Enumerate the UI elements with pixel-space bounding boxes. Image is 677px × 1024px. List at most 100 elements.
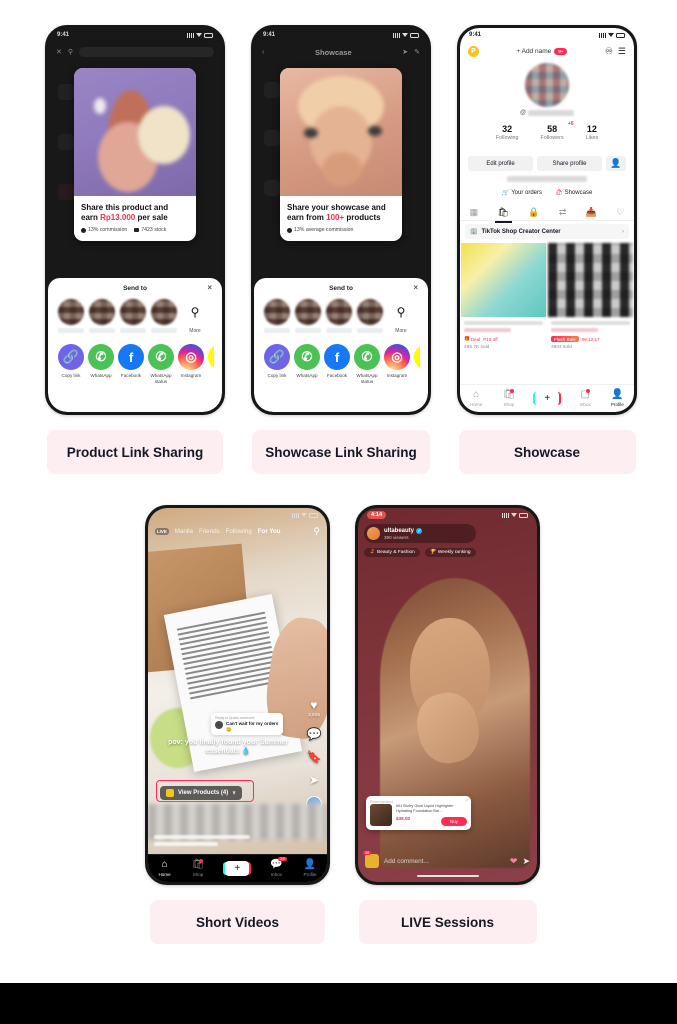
tab-repost[interactable]: ⇄	[559, 207, 567, 218]
nav-inbox[interactable]: ▢ Inbox	[579, 389, 591, 407]
your-orders-link[interactable]: 🛒 Your orders	[502, 189, 542, 197]
nav-inbox[interactable]: 💬 23 Inbox	[270, 857, 287, 877]
share-icon[interactable]: ➤	[522, 856, 530, 867]
tab-grid[interactable]: ▦	[470, 207, 479, 218]
more-contacts-button[interactable]: ⚲ More	[388, 299, 414, 334]
add-friend-icon[interactable]: 👤	[606, 156, 626, 171]
share-app-copy-link[interactable]: 🔗 Copy link	[264, 344, 290, 384]
flash-sale-badge: Flash Sale	[551, 336, 579, 342]
contact-item[interactable]	[58, 299, 84, 334]
showcase-share-card[interactable]: Share your showcase and earn from 100+ p…	[280, 68, 402, 241]
tab-private[interactable]: 🔒	[528, 207, 539, 218]
edit-profile-button[interactable]: Edit profile	[468, 156, 533, 171]
comment-text: Can't wait for my orders 😊	[226, 721, 279, 732]
pinned-product-card[interactable]: × Pinned product #01 Blurry Glow Liquid …	[366, 796, 471, 830]
tab-shop[interactable]: 🛍	[494, 207, 513, 223]
search-icon[interactable]: ⚲	[68, 48, 73, 56]
tag-beauty-fashion[interactable]: 💄 Beauty & Fashion	[364, 548, 420, 557]
product-name: #01 Blurry Glow Liquid Highlighter Hydra…	[396, 804, 454, 813]
nav-create[interactable]: +	[535, 391, 560, 406]
search-icon[interactable]: ⚲	[313, 526, 320, 537]
creator-center-entry[interactable]: 🏢 TikTok Shop Creator Center ›	[465, 224, 629, 239]
nav-shop[interactable]: 🛍 Shop	[192, 859, 204, 877]
like-count: 3,835	[307, 713, 320, 718]
more-contacts-button[interactable]: ⚲ More	[182, 299, 208, 334]
share-app-whatsapp[interactable]: ✆ WhatsApp	[294, 344, 320, 384]
share-app-whatsapp[interactable]: ✆ WhatsApp	[88, 344, 114, 384]
share-button[interactable]: ➤	[309, 773, 319, 787]
tab-friends[interactable]: Friends	[199, 528, 220, 535]
stat-followers[interactable]: +6 58 Followers	[541, 121, 574, 141]
close-icon[interactable]: ×	[207, 284, 212, 292]
contact-item[interactable]	[264, 299, 290, 334]
nav-shop[interactable]: 🛍 Shop	[502, 389, 515, 407]
product-sold-count: 485.7K sold	[464, 345, 490, 350]
contact-list: ⚲ More	[56, 299, 214, 334]
contact-item[interactable]	[120, 299, 146, 334]
product-card[interactable]: Flash Sale 08:12:17 3904 sold	[548, 243, 633, 382]
tab-live[interactable]: LIVE	[155, 527, 169, 535]
product-thumbnail	[548, 243, 633, 317]
buy-button[interactable]: Buy	[441, 817, 467, 826]
close-icon[interactable]: ×	[465, 798, 468, 804]
nav-home[interactable]: ⌂ Home	[158, 860, 170, 878]
app-label: Sna	[208, 373, 214, 379]
share-app-snapchat[interactable]: ☻ Sna	[208, 344, 214, 384]
product-card[interactable]: 🎁 Deal P10 off 485.7K sold	[461, 243, 546, 382]
share-app-facebook[interactable]: f Facebook	[324, 344, 350, 384]
tab-manila[interactable]: Manila	[175, 528, 193, 535]
back-icon[interactable]: ‹	[262, 49, 264, 56]
status-time: 9:41	[263, 32, 276, 38]
video-meta-blurred	[154, 835, 250, 849]
nav-home[interactable]: ⌂ Home	[470, 390, 482, 408]
share-profile-button[interactable]: Share profile	[537, 156, 602, 171]
bookmark-button[interactable]: 🔖	[307, 750, 322, 764]
gift-icon[interactable]: 58	[363, 851, 379, 868]
contact-item[interactable]	[357, 299, 383, 334]
contact-item[interactable]	[151, 299, 177, 334]
tab-liked[interactable]: ♡	[616, 207, 624, 218]
share-app-snapchat[interactable]: ☻ Sna	[414, 344, 420, 384]
stat-following[interactable]: 32 Following	[496, 124, 519, 141]
close-icon[interactable]: ✕	[56, 48, 62, 56]
hamburger-menu-icon[interactable]: ☰	[618, 46, 626, 57]
share-app-facebook[interactable]: f Facebook	[118, 344, 144, 384]
add-name-button[interactable]: + Add name 9+	[484, 47, 600, 55]
share-app-instagram[interactable]: ◎ Instagram	[384, 344, 410, 384]
points-badge[interactable]: P	[468, 45, 479, 57]
comment-input[interactable]: Add comment...	[384, 858, 505, 865]
tag-weekly-ranking[interactable]: 🏆 Weekly ranking	[424, 548, 476, 557]
close-icon[interactable]: ×	[413, 284, 418, 292]
avatar[interactable]	[525, 63, 569, 107]
whatsapp-icon: ✆	[294, 344, 320, 370]
tab-for-you[interactable]: For You	[258, 528, 281, 535]
status-bar: 4:14	[358, 508, 537, 522]
edit-icon[interactable]: ✎	[414, 48, 420, 56]
share-icon[interactable]: ➤	[402, 48, 408, 56]
contact-item[interactable]	[295, 299, 321, 334]
comment-button[interactable]: 💬	[307, 727, 322, 741]
showcase-link[interactable]: 🛍 Showcase	[555, 189, 592, 197]
stat-likes[interactable]: 12 Likes	[586, 124, 599, 141]
tab-following[interactable]: Following	[226, 528, 252, 535]
ribbon-icon[interactable]: ♾	[605, 46, 613, 57]
search-input[interactable]	[79, 47, 214, 57]
nav-profile[interactable]: 👤 Profile	[611, 390, 624, 408]
product-card-meta: 13% commission 7423 stock	[81, 227, 189, 233]
product-share-card[interactable]: Share this product and earn Rp13.000 per…	[74, 68, 196, 241]
heart-icon[interactable]: ❤	[510, 856, 518, 867]
nav-profile[interactable]: 👤 Profile	[304, 860, 317, 878]
tab-saved[interactable]: 📥	[586, 207, 597, 218]
host-info: ultabeauty ✓ 390 viewers	[384, 527, 423, 540]
host-card[interactable]: ultabeauty ✓ 390 viewers	[364, 524, 476, 543]
like-button[interactable]: ♥ 3,835	[308, 698, 320, 718]
share-app-whatsapp-status[interactable]: ✆ WhatsApp status	[354, 344, 380, 384]
share-app-copy-link[interactable]: 🔗 Copy link	[58, 344, 84, 384]
wifi-icon	[511, 513, 517, 517]
share-app-whatsapp-status[interactable]: ✆ WhatsApp status	[148, 344, 174, 384]
share-app-instagram[interactable]: ◎ Instagram	[178, 344, 204, 384]
nav-create[interactable]: +	[225, 861, 250, 876]
contact-item[interactable]	[89, 299, 115, 334]
contact-item[interactable]	[326, 299, 352, 334]
comment-bubble[interactable]: Reply to @aris comment Can't wait for my…	[211, 713, 283, 736]
